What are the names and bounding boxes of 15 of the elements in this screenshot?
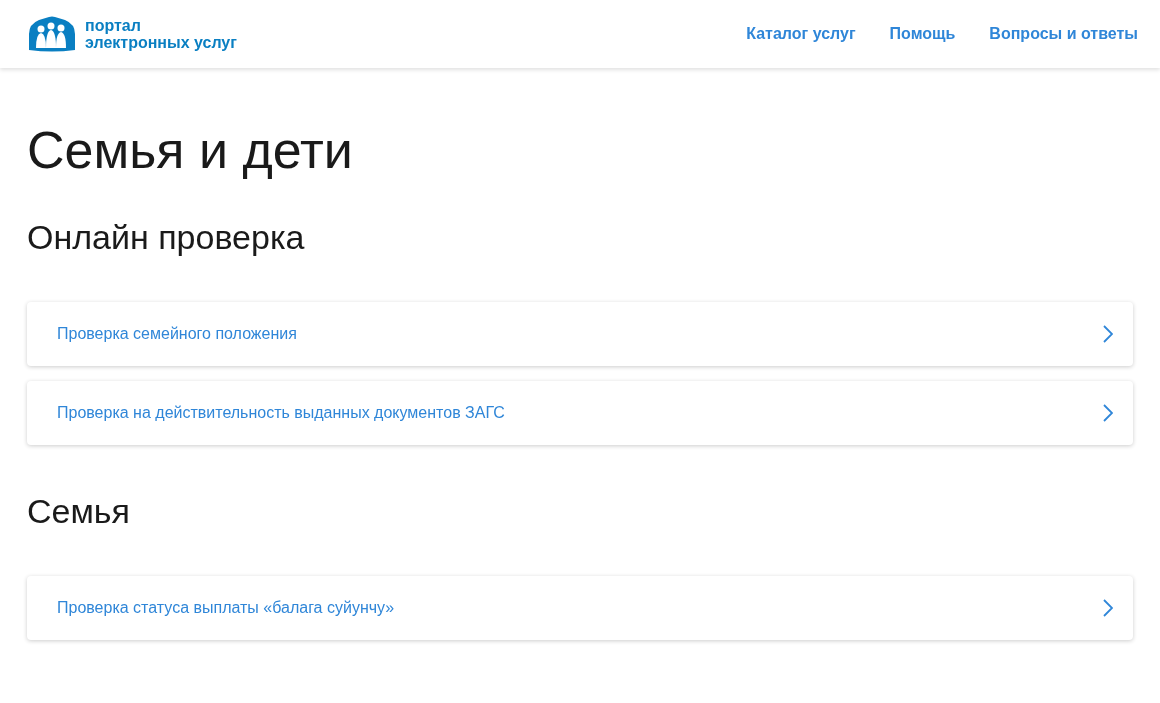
logo-text: электронных услуг bbox=[85, 34, 237, 51]
service-card[interactable]: Проверка на действительность выданных документов ЗАГС bbox=[27, 381, 1133, 445]
service-card[interactable]: Проверка статуса выплаты «балага суйунчу» bbox=[27, 576, 1133, 640]
logo-icon bbox=[27, 16, 77, 52]
chevron-right-icon bbox=[1103, 599, 1113, 617]
nav-link[interactable]: Вопросы и ответы bbox=[989, 22, 1138, 46]
section-heading: Онлайн проверка bbox=[27, 217, 306, 257]
section-heading: Семья bbox=[27, 491, 131, 531]
chevron-right-icon bbox=[1103, 325, 1113, 343]
service-card[interactable]: Проверка семейного положения bbox=[27, 302, 1133, 366]
logo-text: портал bbox=[85, 17, 142, 34]
chevron-right-icon bbox=[1103, 404, 1113, 422]
nav-link[interactable]: Каталог услуг bbox=[746, 22, 856, 46]
nav-link[interactable]: Помощь bbox=[889, 22, 956, 46]
page-title: Семья и дети bbox=[27, 120, 354, 180]
